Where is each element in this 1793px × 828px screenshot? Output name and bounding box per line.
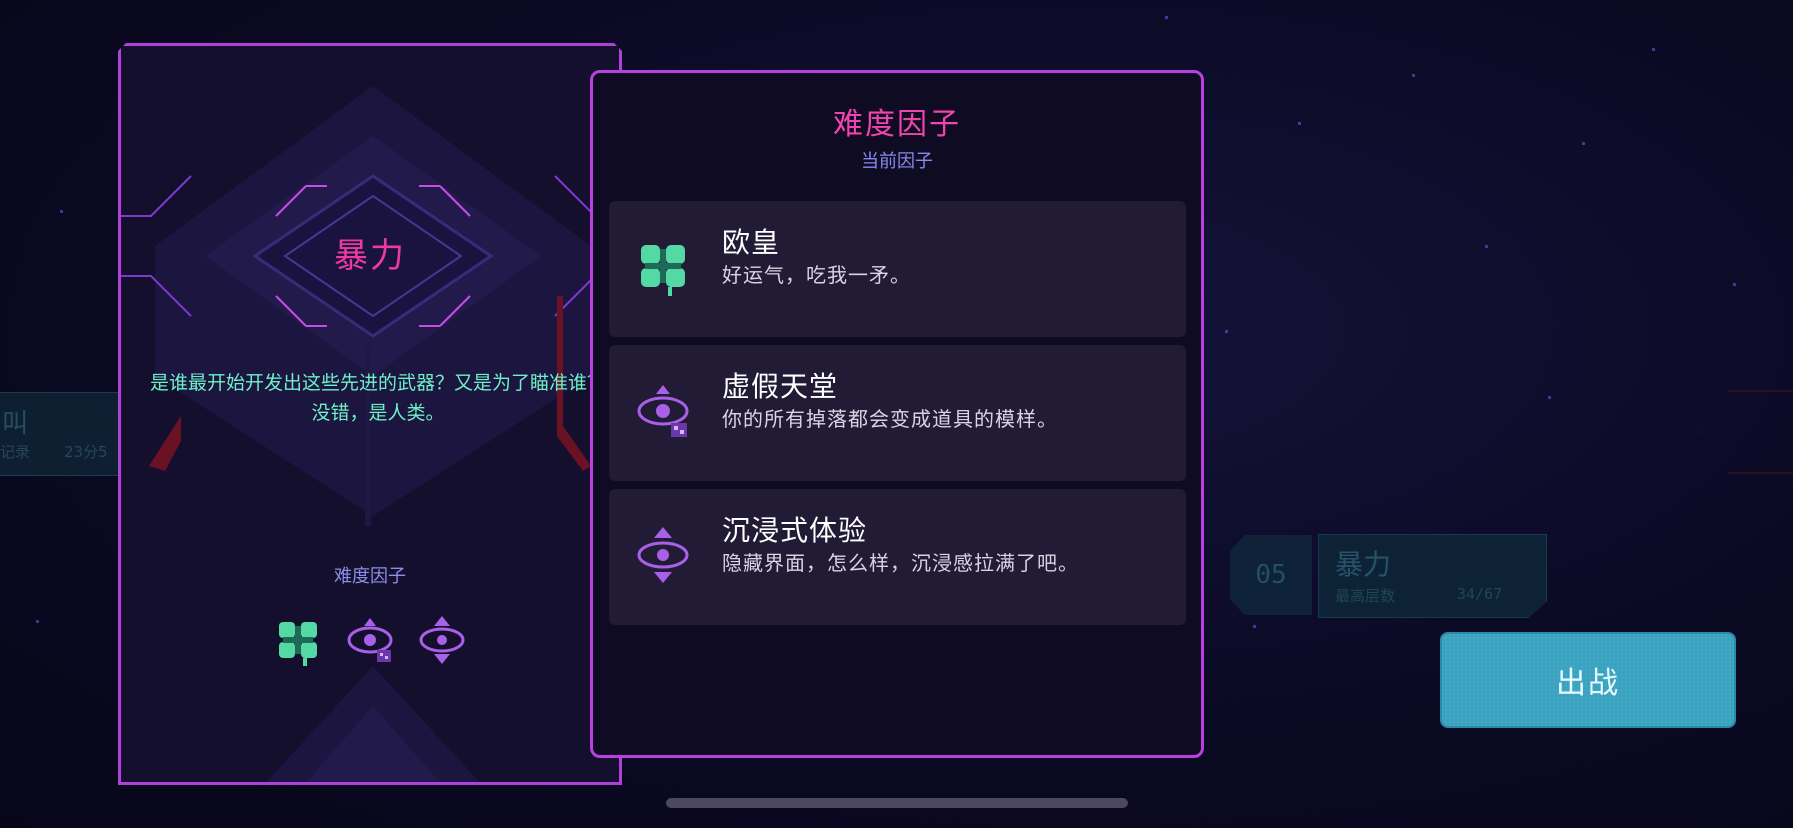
background-record-label: 记录 xyxy=(0,443,31,461)
background-mode-title: 暴力 xyxy=(1335,548,1392,581)
star xyxy=(60,210,63,213)
background-locked-mode xyxy=(1700,390,1793,474)
background-record-card: 叫 记录 23分5 xyxy=(0,392,120,476)
factor-icon-row xyxy=(121,612,619,668)
eye-box-icon[interactable] xyxy=(345,612,395,668)
mode-panel: 暴力 是谁最开始开发出这些先进的武器？又是为了瞄准谁？没错，是人类。 难度因子 xyxy=(118,43,622,785)
factor-card-lucky[interactable]: 欧皇 好运气，吃我一矛。 xyxy=(609,201,1186,337)
star xyxy=(1733,283,1736,286)
home-indicator[interactable] xyxy=(666,798,1128,808)
factor-name: 虚假天堂 xyxy=(722,370,839,403)
star xyxy=(1548,396,1551,399)
star xyxy=(1165,16,1168,19)
background-level-number: 05 xyxy=(1230,535,1312,615)
eye-box-icon xyxy=(635,381,691,441)
mode-description: 是谁最开始开发出这些先进的武器？又是为了瞄准谁？没错，是人类。 xyxy=(149,372,606,424)
factor-description: 你的所有掉落都会变成道具的模样。 xyxy=(722,407,1058,431)
factor-description: 好运气，吃我一矛。 xyxy=(722,263,911,287)
clover-icon[interactable] xyxy=(273,612,323,668)
factor-card-immersive[interactable]: 沉浸式体验 隐藏界面，怎么样，沉浸感拉满了吧。 xyxy=(609,489,1186,625)
star xyxy=(1582,142,1585,145)
star xyxy=(1225,330,1228,333)
factor-name: 沉浸式体验 xyxy=(722,514,868,547)
deploy-button[interactable]: 出战 xyxy=(1440,632,1736,728)
star xyxy=(1485,245,1488,248)
star xyxy=(1298,122,1301,125)
mode-title: 暴力 xyxy=(334,236,406,276)
factor-section-label: 难度因子 xyxy=(334,566,406,587)
background-record-value: 23分5 xyxy=(64,443,108,461)
eye-diamond-icon xyxy=(635,525,691,585)
panel-subtitle: 当前因子 xyxy=(861,151,933,172)
difficulty-factors-panel: 难度因子 当前因子 欧皇 好运气，吃我一矛。 虚假天堂 你的所有掉落都会变成道具… xyxy=(590,70,1204,758)
eye-diamond-icon[interactable] xyxy=(417,612,467,668)
background-mode-card: 暴力 最高层数 34/67 xyxy=(1318,534,1547,618)
factor-card-false-paradise[interactable]: 虚假天堂 你的所有掉落都会变成道具的模样。 xyxy=(609,345,1186,481)
background-max-floor-value: 34/67 xyxy=(1457,585,1503,603)
background-max-floor-label: 最高层数 xyxy=(1335,587,1396,605)
star xyxy=(36,620,39,623)
clover-icon xyxy=(635,237,691,297)
panel-title: 难度因子 xyxy=(833,107,961,142)
factor-name: 欧皇 xyxy=(722,226,781,259)
star xyxy=(1652,48,1655,51)
star xyxy=(1253,625,1256,628)
background-record-title: 叫 xyxy=(2,409,29,439)
star xyxy=(1412,74,1415,77)
factor-description: 隐藏界面，怎么样，沉浸感拉满了吧。 xyxy=(722,551,1079,575)
